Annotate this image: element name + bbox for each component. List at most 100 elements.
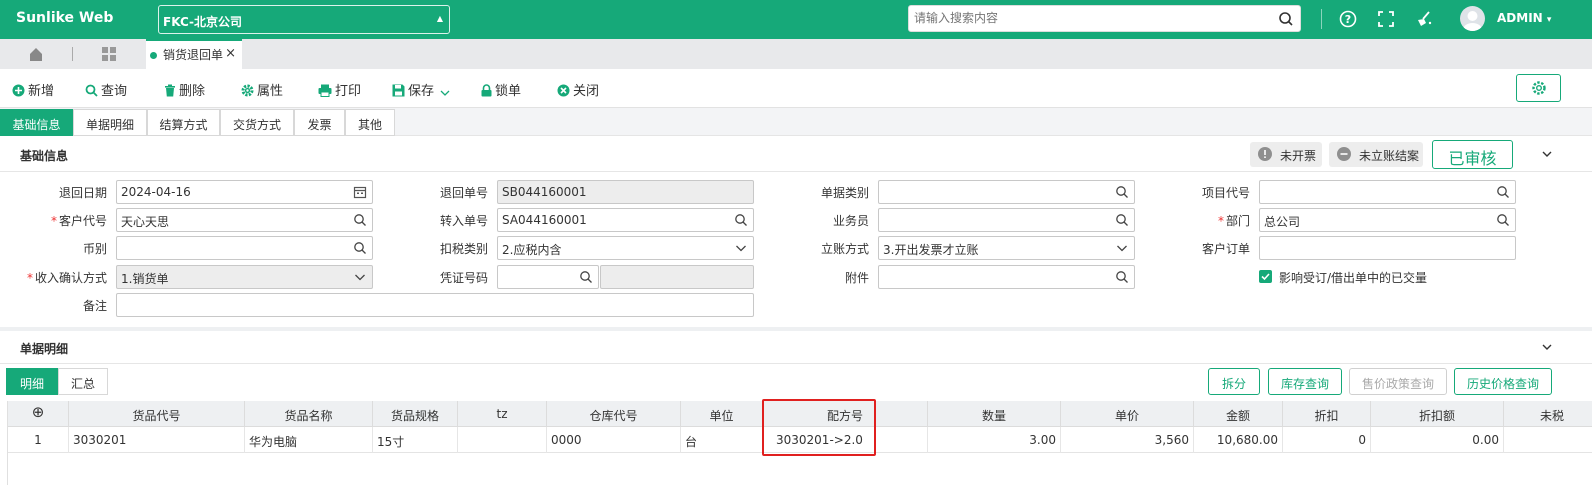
cell-price[interactable]: 3,560 (1061, 427, 1194, 453)
search-icon[interactable] (353, 213, 367, 227)
transfer-no-field[interactable]: SA044160001 (497, 208, 754, 232)
income-confirm-select[interactable]: 1.销货单 (116, 265, 373, 289)
return-no-label: 退回单号 (439, 186, 488, 200)
lock-button[interactable]: 锁单 (481, 80, 521, 99)
close-button[interactable]: 关闭 (557, 80, 599, 99)
col-qty[interactable]: 数量 (928, 401, 1061, 427)
return-no-field[interactable]: SB044160001 (497, 180, 754, 204)
chevron-down-icon[interactable] (353, 270, 367, 284)
price-history-button[interactable]: 历史价格查询 (1454, 368, 1552, 395)
properties-button[interactable]: 属性 (241, 80, 283, 99)
clear-cache-icon[interactable] (1414, 9, 1434, 29)
col-spec[interactable]: 货品规格 (373, 401, 458, 427)
chevron-down-icon[interactable] (1540, 340, 1554, 354)
return-date-field[interactable]: 2024-04-16 (116, 180, 373, 204)
col-amount[interactable]: 金额 (1194, 401, 1283, 427)
fullscreen-icon[interactable] (1376, 9, 1396, 29)
tab-summary[interactable]: 汇总 (58, 368, 108, 395)
close-icon[interactable]: × (225, 46, 236, 61)
new-button[interactable]: 新增 (12, 80, 54, 99)
col-warehouse[interactable]: 仓库代号 (547, 401, 681, 427)
user-menu[interactable]: ADMIN ▾ (1497, 11, 1551, 25)
search-icon[interactable] (1496, 185, 1510, 199)
department-field[interactable]: 总公司 (1259, 208, 1516, 232)
search-icon[interactable] (1115, 213, 1129, 227)
cell-warehouse[interactable]: 0000 (547, 427, 681, 453)
search-icon[interactable] (1115, 270, 1129, 284)
split-button[interactable]: 拆分 (1208, 368, 1260, 395)
col-discount-amt[interactable]: 折扣额 (1371, 401, 1504, 427)
cell-tz[interactable] (458, 427, 547, 453)
tab-settlement[interactable]: 结算方式 (147, 109, 220, 136)
col-name[interactable]: 货品名称 (245, 401, 373, 427)
search-icon[interactable] (1496, 213, 1510, 227)
customer-field[interactable]: 天心天思 (116, 208, 373, 232)
query-button[interactable]: 查询 (85, 80, 127, 99)
cell-unit[interactable]: 台 (681, 427, 763, 453)
col-discount[interactable]: 折扣 (1283, 401, 1371, 427)
formula-highlight-box (762, 399, 876, 456)
tab-sales-return[interactable]: 销货退回单 × (146, 39, 242, 69)
col-tz[interactable]: tz (458, 401, 547, 427)
save-button[interactable]: 保存 (392, 80, 453, 99)
tab-invoice[interactable]: 发票 (294, 109, 345, 136)
cell-spec[interactable]: 15寸 (373, 427, 458, 453)
settings-button[interactable] (1516, 74, 1561, 102)
global-search[interactable] (908, 5, 1301, 32)
salesperson-field[interactable] (878, 208, 1135, 232)
col-code[interactable]: 货品代号 (69, 401, 245, 427)
grid-icon[interactable] (95, 45, 123, 63)
account-method-select[interactable]: 3.开出发票才立账 (878, 236, 1135, 260)
attachment-label: 附件 (844, 271, 869, 285)
chevron-down-icon[interactable] (1115, 241, 1129, 255)
cell-discount[interactable]: 0 (1283, 427, 1371, 453)
cell-discount-amt[interactable]: 0.00 (1371, 427, 1504, 453)
stock-query-button[interactable]: 库存查询 (1268, 368, 1342, 395)
doc-category-field[interactable] (878, 180, 1135, 204)
tab-delivery[interactable]: 交货方式 (220, 109, 294, 136)
search-input[interactable] (909, 6, 1269, 30)
cell-name[interactable]: 华为电脑 (245, 427, 373, 453)
chevron-down-icon[interactable] (734, 241, 748, 255)
cell-qty[interactable]: 3.00 (928, 427, 1061, 453)
currency-field[interactable] (116, 236, 373, 260)
col-untaxed[interactable]: 未税 (1504, 401, 1592, 427)
username: ADMIN (1497, 11, 1543, 25)
chevron-down-icon[interactable] (1540, 147, 1554, 161)
col-unit[interactable]: 单位 (681, 401, 763, 427)
avatar[interactable] (1460, 6, 1485, 31)
search-icon[interactable] (579, 270, 593, 284)
customer-order-field[interactable] (1259, 236, 1516, 260)
customer-label: * 客户代号 (30, 212, 107, 229)
home-icon[interactable] (22, 45, 50, 63)
tax-type-select[interactable]: 2.应税内含 (497, 236, 754, 260)
help-icon[interactable]: ? (1338, 9, 1358, 29)
cell-amount[interactable]: 10,680.00 (1194, 427, 1283, 453)
add-row-icon[interactable]: ⊕ (8, 401, 69, 427)
attachment-field[interactable] (878, 265, 1135, 289)
tab-detail[interactable]: 明细 (6, 368, 58, 395)
calendar-icon[interactable] (353, 185, 367, 199)
remark-field[interactable] (116, 293, 754, 317)
tab-basic-info[interactable]: 基础信息 (0, 109, 73, 136)
search-icon[interactable] (734, 213, 748, 227)
tab-other[interactable]: 其他 (345, 109, 395, 136)
price-policy-button[interactable]: 售价政策查询 (1349, 368, 1447, 395)
return-date-label: 退回日期 (58, 186, 107, 200)
voucher-no-field[interactable] (497, 265, 599, 289)
company-selector[interactable]: FKC-北京公司 ▲ (158, 5, 450, 34)
delete-button[interactable]: 删除 (164, 80, 206, 99)
col-price[interactable]: 单价 (1061, 401, 1194, 427)
tab-doc-detail[interactable]: 单据明细 (73, 109, 147, 136)
cell-code[interactable]: 3030201 (69, 427, 245, 453)
project-code-field[interactable] (1259, 180, 1516, 204)
cell-untaxed[interactable] (1504, 427, 1592, 453)
affect-qty-checkbox[interactable] (1259, 270, 1272, 283)
print-button[interactable]: 打印 (318, 80, 361, 99)
search-icon[interactable] (1277, 10, 1295, 28)
delete-label: 删除 (179, 84, 206, 99)
search-icon[interactable] (353, 241, 367, 255)
search-icon[interactable] (1115, 185, 1129, 199)
brand-logo[interactable]: Sunlike Web (16, 10, 113, 26)
chevron-down-icon[interactable] (440, 89, 450, 97)
